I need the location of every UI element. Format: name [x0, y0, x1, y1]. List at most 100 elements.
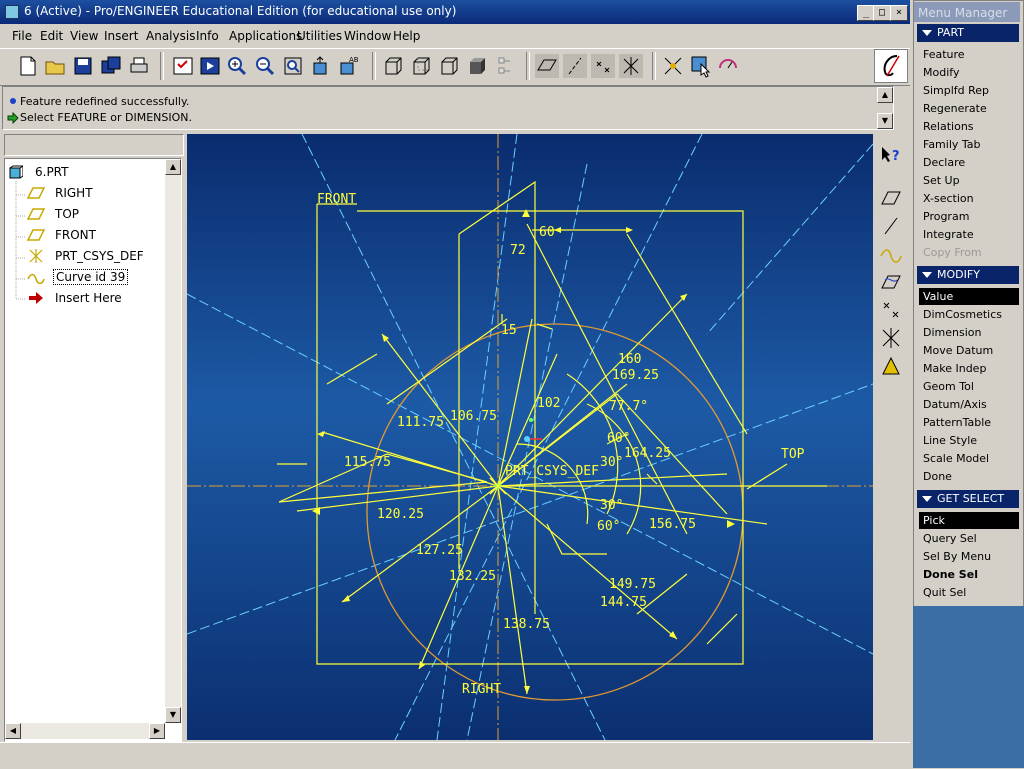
- menu-item-modify[interactable]: Modify: [919, 64, 1019, 81]
- datum-curve-tool-icon[interactable]: [879, 242, 903, 266]
- graphics-window[interactable]: FRONT TOP RIGHT PRT_CSYS_DEF 60 72 15 16…: [186, 133, 874, 741]
- menu-item-set-up[interactable]: Set Up: [919, 172, 1019, 189]
- tree-root[interactable]: 6.PRT: [5, 163, 165, 181]
- dimension-label[interactable]: 115.75: [344, 455, 391, 470]
- dimension-label[interactable]: 127.25: [416, 543, 463, 558]
- shading-icon[interactable]: [465, 54, 489, 78]
- menu-item-query-sel[interactable]: Query Sel: [919, 530, 1019, 547]
- close-button[interactable]: ×: [890, 5, 908, 21]
- zoom-out-icon[interactable]: [253, 54, 277, 78]
- coordinate-system-tool-icon[interactable]: [879, 326, 903, 350]
- dimension-label[interactable]: 72: [510, 243, 526, 258]
- menu-item-done[interactable]: Done: [919, 468, 1019, 485]
- scroll-down-arrow-icon[interactable]: ▼: [165, 707, 181, 723]
- datum-axis-display-icon[interactable]: [563, 54, 587, 78]
- tree-vertical-scrollbar[interactable]: ▲ ▼: [165, 159, 181, 723]
- dimension-label[interactable]: 15: [501, 323, 517, 338]
- dimension-label[interactable]: 156.75: [649, 517, 696, 532]
- menu-item-datum-axis[interactable]: Datum/Axis: [919, 396, 1019, 413]
- menu-item-done-sel[interactable]: Done Sel: [919, 566, 1019, 583]
- menu-item-program[interactable]: Program: [919, 208, 1019, 225]
- analysis-icon[interactable]: [716, 54, 740, 78]
- datum-point-display-icon[interactable]: [591, 54, 615, 78]
- analysis-feature-tool-icon[interactable]: [879, 354, 903, 378]
- menu-item-quit-sel[interactable]: Quit Sel: [919, 584, 1019, 601]
- menu-utilities[interactable]: Utilities: [297, 29, 342, 43]
- scroll-right-arrow-icon[interactable]: ▶: [149, 723, 165, 739]
- dimension-label[interactable]: 106.75: [450, 409, 497, 424]
- tree-item-top[interactable]: TOP: [5, 205, 165, 223]
- datum-point-tool-icon[interactable]: [879, 298, 903, 322]
- tree-horizontal-scrollbar[interactable]: ◀ ▶: [5, 723, 165, 739]
- menu-item-dimension[interactable]: Dimension: [919, 324, 1019, 341]
- menu-item-geom-tol[interactable]: Geom Tol: [919, 378, 1019, 395]
- zoom-in-icon[interactable]: [225, 54, 249, 78]
- dimension-label[interactable]: 60°: [607, 431, 630, 446]
- dimension-label[interactable]: 120.25: [377, 507, 424, 522]
- dimension-label[interactable]: 60°: [597, 519, 620, 534]
- selection-filter-icon[interactable]: [689, 54, 713, 78]
- datum-plane-display-icon[interactable]: [535, 54, 559, 78]
- menu-item-move-datum[interactable]: Move Datum: [919, 342, 1019, 359]
- datum-axis-tool-icon[interactable]: [879, 214, 903, 238]
- menu-item-make-indep[interactable]: Make Indep: [919, 360, 1019, 377]
- datum-plane-tool-icon[interactable]: [879, 186, 903, 210]
- menu-view[interactable]: View: [70, 29, 98, 43]
- scroll-up-arrow-icon[interactable]: ▲: [877, 87, 893, 103]
- menu-help[interactable]: Help: [393, 29, 420, 43]
- dimension-label[interactable]: 138.75: [503, 617, 550, 632]
- menu-analysis[interactable]: Analysis: [146, 29, 195, 43]
- menu-item-integrate[interactable]: Integrate: [919, 226, 1019, 243]
- menu-header-modify[interactable]: MODIFY: [917, 266, 1019, 284]
- menu-item-dimcosmetics[interactable]: DimCosmetics: [919, 306, 1019, 323]
- model-tree-icon[interactable]: [171, 54, 195, 78]
- message-scrollbar[interactable]: ▲ ▼: [877, 87, 893, 129]
- tree-item-csys[interactable]: PRT_CSYS_DEF: [5, 247, 165, 265]
- dimension-label[interactable]: 30°: [600, 455, 623, 470]
- menu-item-relations[interactable]: Relations: [919, 118, 1019, 135]
- tree-item-right[interactable]: RIGHT: [5, 184, 165, 202]
- dimension-label[interactable]: 60: [539, 225, 555, 240]
- dimension-label[interactable]: 164.25: [624, 446, 671, 461]
- dimension-label[interactable]: 111.75: [397, 415, 444, 430]
- tree-item-front[interactable]: FRONT: [5, 226, 165, 244]
- print-icon[interactable]: [127, 54, 151, 78]
- sketched-curve-tool-icon[interactable]: [879, 270, 903, 294]
- new-file-icon[interactable]: [16, 54, 40, 78]
- menu-header-part[interactable]: PART: [917, 24, 1019, 42]
- menu-insert[interactable]: Insert: [104, 29, 138, 43]
- dimension-label[interactable]: 102: [537, 396, 560, 411]
- menu-item-simplfd-rep[interactable]: Simplfd Rep: [919, 82, 1019, 99]
- scroll-up-arrow-icon[interactable]: ▲: [165, 159, 181, 175]
- whats-this-help-icon[interactable]: ?: [879, 144, 903, 168]
- dimension-label[interactable]: 77.7°: [609, 399, 648, 414]
- saved-views-icon[interactable]: AB: [337, 54, 361, 78]
- tree-item-curve[interactable]: Curve id 39: [5, 268, 165, 286]
- menu-item-scale-model[interactable]: Scale Model: [919, 450, 1019, 467]
- dimension-label[interactable]: 132.25: [449, 569, 496, 584]
- hidden-line-icon[interactable]: [409, 54, 433, 78]
- dimension-label[interactable]: 169.25: [612, 368, 659, 383]
- menu-item-family-tab[interactable]: Family Tab: [919, 136, 1019, 153]
- menu-item-x-section[interactable]: X-section: [919, 190, 1019, 207]
- wireframe-icon[interactable]: [381, 54, 405, 78]
- dimension-label[interactable]: 149.75: [609, 577, 656, 592]
- no-hidden-icon[interactable]: [437, 54, 461, 78]
- menu-item-pattern-table[interactable]: PatternTable: [919, 414, 1019, 431]
- menu-item-line-style[interactable]: Line Style: [919, 432, 1019, 449]
- sketch-canvas[interactable]: FRONT TOP RIGHT PRT_CSYS_DEF 60 72 15 16…: [186, 133, 874, 741]
- open-folder-icon[interactable]: [43, 54, 67, 78]
- menu-item-declare[interactable]: Declare: [919, 154, 1019, 171]
- dimension-label[interactable]: 160: [618, 352, 641, 367]
- menu-applications[interactable]: Applications: [229, 29, 302, 43]
- save-icon[interactable]: [71, 54, 95, 78]
- menu-file[interactable]: File: [12, 29, 32, 43]
- csys-display-icon[interactable]: [619, 54, 643, 78]
- maximize-button[interactable]: □: [873, 5, 891, 21]
- menu-header-get-select[interactable]: GET SELECT: [917, 490, 1019, 508]
- refit-icon[interactable]: [281, 54, 305, 78]
- menu-item-feature[interactable]: Feature: [919, 46, 1019, 63]
- save-copy-icon[interactable]: [99, 54, 123, 78]
- menu-info[interactable]: Info: [196, 29, 219, 43]
- tree-item-insert-here[interactable]: Insert Here: [5, 289, 165, 307]
